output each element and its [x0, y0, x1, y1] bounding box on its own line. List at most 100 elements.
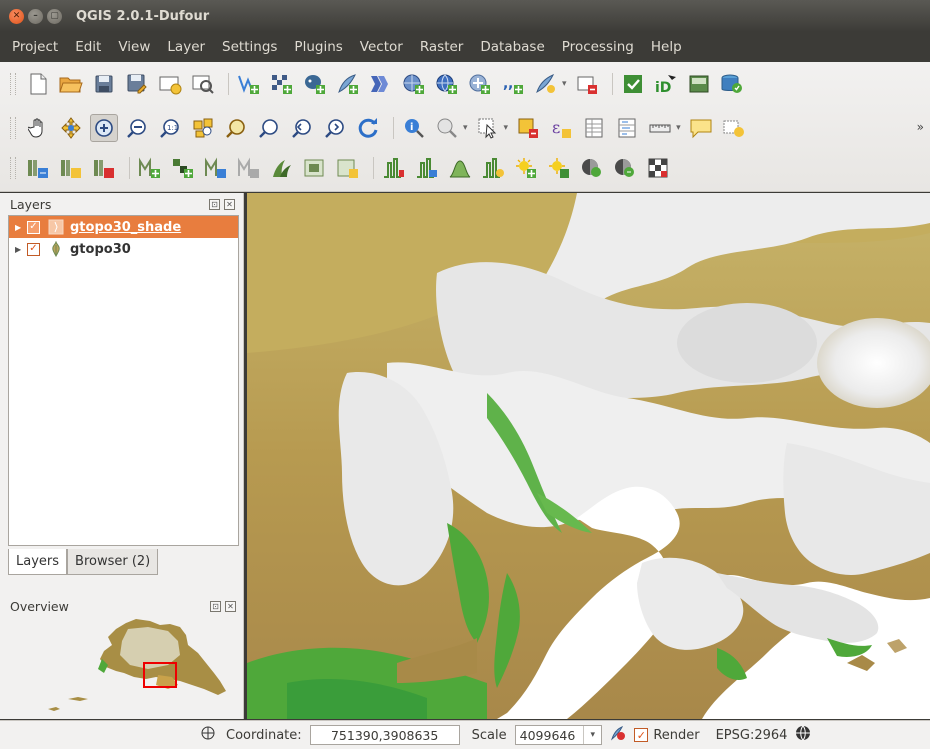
attribute-table-icon[interactable]	[580, 114, 608, 142]
layer-item-gtopo30-shade[interactable]: ▶ ✓ gtopo30_shade	[9, 216, 238, 238]
toolbar-grip[interactable]	[10, 157, 16, 179]
vector-delete-icon[interactable]	[235, 154, 263, 182]
terrain-icon[interactable]	[413, 154, 441, 182]
select-dropdown-icon[interactable]: ▾	[504, 123, 509, 133]
new-bookmark-icon[interactable]	[720, 114, 748, 142]
add-delimited-text-icon[interactable]: ,,	[499, 70, 527, 98]
zoom-next-icon[interactable]	[321, 114, 349, 142]
layer-item-gtopo30[interactable]: ▶ ✓ gtopo30	[9, 238, 238, 260]
identify-icon[interactable]: i	[400, 114, 428, 142]
add-wfs-icon[interactable]	[433, 70, 461, 98]
raster-calc-icon[interactable]	[24, 154, 52, 182]
new-shapefile-icon[interactable]	[532, 70, 560, 98]
select-features-icon[interactable]	[474, 114, 502, 142]
tab-layers[interactable]: Layers	[8, 549, 68, 575]
composer-manager-icon[interactable]	[189, 70, 217, 98]
grass-icon[interactable]	[268, 154, 296, 182]
add-spatialite-icon[interactable]	[334, 70, 362, 98]
green-plugin-icon[interactable]	[619, 70, 647, 98]
coordinate-toggle-icon[interactable]	[200, 725, 216, 745]
raster-clip-icon[interactable]	[90, 154, 118, 182]
raster-merge-icon[interactable]	[301, 154, 329, 182]
maximize-window-button[interactable]: ▢	[47, 8, 62, 24]
save-project-icon[interactable]	[90, 70, 118, 98]
add-wms-icon[interactable]	[367, 70, 395, 98]
roadgraph-b-icon[interactable]	[611, 154, 639, 182]
menu-database[interactable]: Database	[480, 39, 544, 55]
new-project-icon[interactable]	[24, 70, 52, 98]
new-print-composer-icon[interactable]	[156, 70, 184, 98]
checkerboard-icon[interactable]	[644, 154, 672, 182]
menu-vector[interactable]: Vector	[360, 39, 403, 55]
menu-project[interactable]: Project	[12, 39, 58, 55]
coordinate-field[interactable]: 751390,3908635	[309, 725, 460, 745]
vector-edit-icon[interactable]	[202, 154, 230, 182]
expand-arrow-icon[interactable]: ▶	[15, 223, 27, 232]
feature-action-icon[interactable]	[433, 114, 461, 142]
pan-hand-icon[interactable]	[24, 114, 52, 142]
zoom-out-icon[interactable]	[123, 114, 151, 142]
close-dock-icon[interactable]: ✕	[224, 198, 235, 210]
add-wcs-icon[interactable]	[400, 70, 428, 98]
deselect-icon[interactable]	[514, 114, 542, 142]
menu-raster[interactable]: Raster	[420, 39, 464, 55]
close-window-button[interactable]: ✕	[9, 8, 24, 24]
sun-add-icon[interactable]	[545, 154, 573, 182]
action-dropdown-icon[interactable]: ▾	[463, 123, 468, 133]
menu-plugins[interactable]: Plugins	[294, 39, 342, 55]
menu-processing[interactable]: Processing	[562, 39, 634, 55]
interpolation-icon[interactable]	[479, 154, 507, 182]
zoom-full-icon[interactable]	[189, 114, 217, 142]
heatmap-icon[interactable]	[380, 154, 408, 182]
menu-edit[interactable]: Edit	[75, 39, 101, 55]
measure-dropdown-icon[interactable]: ▾	[676, 123, 681, 133]
render-checkbox[interactable]: ✓	[634, 728, 649, 742]
sun-new-icon[interactable]	[512, 154, 540, 182]
menu-settings[interactable]: Settings	[222, 39, 277, 55]
field-calculator-icon[interactable]: ε	[547, 114, 575, 142]
measure-line-icon[interactable]	[646, 114, 674, 142]
raster-georef-icon[interactable]	[57, 154, 85, 182]
layer-visibility-checkbox[interactable]: ✓	[27, 242, 40, 256]
roadgraph-a-icon[interactable]	[578, 154, 606, 182]
digitize-vertex-icon[interactable]	[235, 70, 263, 98]
statistics-icon[interactable]	[613, 114, 641, 142]
layer-visibility-checkbox[interactable]: ✓	[27, 220, 40, 234]
refresh-icon[interactable]	[354, 114, 382, 142]
stop-render-icon[interactable]	[610, 725, 626, 745]
annotation-icon[interactable]	[687, 114, 715, 142]
raster-warp-icon[interactable]	[334, 154, 362, 182]
close-dock-icon[interactable]: ✕	[225, 600, 236, 612]
toolbar-grip[interactable]	[10, 73, 16, 95]
expand-arrow-icon[interactable]: ▶	[15, 245, 27, 254]
crs-globe-icon[interactable]	[795, 725, 811, 745]
menu-layer[interactable]: Layer	[167, 39, 205, 55]
minimize-window-button[interactable]: –	[28, 8, 43, 24]
menu-help[interactable]: Help	[651, 39, 682, 55]
db-manager-icon[interactable]	[718, 70, 746, 98]
save-as-icon[interactable]	[123, 70, 151, 98]
float-dock-icon[interactable]: ⊡	[210, 600, 221, 612]
overview-map[interactable]	[8, 615, 239, 717]
menu-view[interactable]: View	[118, 39, 150, 55]
add-postgis-icon[interactable]	[301, 70, 329, 98]
map-composer-icon[interactable]	[685, 70, 713, 98]
crs-status[interactable]: EPSG:2964	[716, 728, 788, 743]
zoom-last-icon[interactable]	[288, 114, 316, 142]
toolbar-overflow-icon[interactable]: »	[917, 120, 924, 134]
remove-layer-icon[interactable]	[573, 70, 601, 98]
toolbar-grip[interactable]	[10, 117, 16, 139]
pan-to-selection-icon[interactable]	[57, 114, 85, 142]
open-project-icon[interactable]	[57, 70, 85, 98]
tab-browser[interactable]: Browser (2)	[67, 549, 159, 575]
float-dock-icon[interactable]: ⊡	[209, 198, 220, 210]
vector-info-icon[interactable]	[136, 154, 164, 182]
new-layer-dropdown-icon[interactable]: ▾	[562, 79, 567, 89]
zoom-to-selection-icon[interactable]	[255, 114, 283, 142]
oracle-icon[interactable]: iD	[652, 70, 680, 98]
roadgraph-icon[interactable]	[446, 154, 474, 182]
zoom-actual-size-icon[interactable]: 1:1	[156, 114, 184, 142]
scale-dropdown-icon[interactable]: ▾	[583, 726, 601, 744]
add-mssql-icon[interactable]	[466, 70, 494, 98]
scale-combobox[interactable]: 4099646 ▾	[514, 725, 603, 745]
